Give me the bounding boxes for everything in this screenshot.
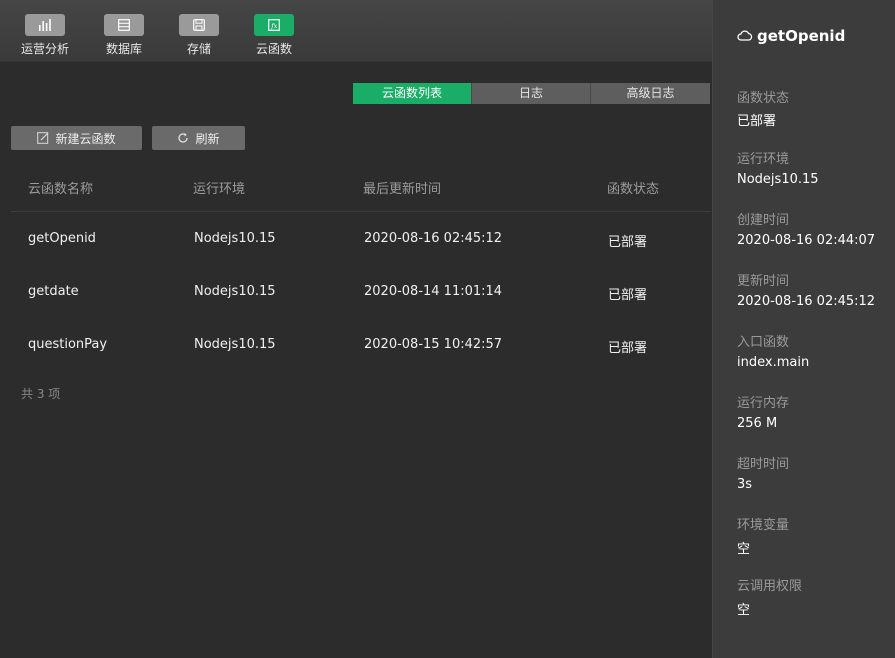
column-header-name: 云函数名称 (28, 182, 94, 197)
prop-label-entry: 入口函数 (737, 335, 790, 350)
tab-log[interactable]: 日志 (472, 83, 591, 104)
table-row[interactable]: questionPay Nodejs10.15 2020-08-15 10:42… (11, 318, 711, 371)
prop-label-env-vars: 环境变量 (737, 518, 790, 533)
prop-value-cloud-permission: 空 (737, 603, 751, 618)
cell-runtime: Nodejs10.15 (194, 337, 276, 352)
cell-runtime: Nodejs10.15 (194, 284, 276, 299)
cell-function-name: getOpenid (28, 231, 96, 246)
prop-label-created: 创建时间 (737, 213, 790, 228)
column-header-status: 函数状态 (607, 182, 660, 197)
prop-label-timeout: 超时时间 (737, 457, 790, 472)
toolbar-item-label: 数据库 (105, 42, 142, 56)
prop-label-cloud-permission: 云调用权限 (737, 579, 803, 594)
toolbar-item-storage[interactable]: 存储 (169, 14, 229, 57)
database-icon (104, 14, 144, 36)
prop-value-updated: 2020-08-16 02:45:12 (737, 294, 876, 309)
cell-function-name: getdate (28, 284, 79, 299)
refresh-button[interactable]: 刷新 (152, 126, 245, 150)
cell-status: 已部署 (608, 235, 648, 250)
tab-function-list[interactable]: 云函数列表 (353, 83, 472, 104)
table-row[interactable]: getOpenid Nodejs10.15 2020-08-16 02:45:1… (11, 212, 711, 265)
cloud-icon (737, 27, 753, 45)
cell-runtime: Nodejs10.15 (194, 231, 276, 246)
prop-value-timeout: 3s (737, 477, 753, 492)
toolbar-item-cloud-function[interactable]: fx 云函数 (244, 14, 304, 57)
function-detail-panel: getOpenid 函数状态 已部署 运行环境 Nodejs10.15 创建时间… (712, 0, 895, 658)
cell-updated-time: 2020-08-14 11:01:14 (364, 284, 503, 299)
prop-label-runtime: 运行环境 (737, 152, 790, 167)
bar-chart-icon (25, 14, 65, 36)
column-header-updated: 最后更新时间 (363, 182, 442, 197)
top-toolbar: 运营分析 数据库 存储 fx 云函数 (0, 0, 712, 62)
new-cloud-function-button[interactable]: 新建云函数 (11, 126, 142, 150)
prop-value-created: 2020-08-16 02:44:07 (737, 233, 876, 248)
prop-value-env-vars: 空 (737, 542, 751, 557)
view-tabs: 云函数列表 日志 高级日志 (353, 83, 710, 104)
edit-icon (37, 132, 49, 144)
toolbar-item-analytics[interactable]: 运营分析 (15, 14, 75, 57)
toolbar-item-label: 云函数 (255, 42, 292, 56)
new-cloud-function-label: 新建云函数 (55, 131, 116, 146)
prop-label-memory: 运行内存 (737, 396, 790, 411)
prop-value-entry: index.main (737, 355, 810, 370)
detail-title: getOpenid (737, 27, 845, 45)
column-header-runtime: 运行环境 (193, 182, 246, 197)
refresh-label: 刷新 (195, 131, 220, 146)
toolbar-item-database[interactable]: 数据库 (94, 14, 154, 57)
cell-function-name: questionPay (28, 337, 108, 352)
detail-title-text: getOpenid (757, 27, 846, 45)
cell-updated-time: 2020-08-16 02:45:12 (364, 231, 503, 246)
cell-status: 已部署 (608, 341, 648, 356)
cell-status: 已部署 (608, 288, 648, 303)
prop-label-status: 函数状态 (737, 91, 790, 106)
toolbar-item-label: 存储 (186, 42, 211, 56)
item-count: 共 3 项 (21, 387, 61, 401)
cell-updated-time: 2020-08-15 10:42:57 (364, 337, 503, 352)
toolbar-item-label: 运营分析 (20, 42, 69, 56)
prop-value-memory: 256 M (737, 416, 778, 431)
storage-icon (179, 14, 219, 36)
svg-text:fx: fx (270, 22, 277, 30)
prop-label-updated: 更新时间 (737, 274, 790, 289)
refresh-icon (177, 132, 189, 144)
function-icon: fx (254, 14, 294, 36)
prop-value-status: 已部署 (737, 114, 777, 129)
prop-value-runtime: Nodejs10.15 (737, 172, 819, 187)
tab-advanced-log[interactable]: 高级日志 (591, 83, 710, 104)
table-row[interactable]: getdate Nodejs10.15 2020-08-14 11:01:14 … (11, 265, 711, 318)
